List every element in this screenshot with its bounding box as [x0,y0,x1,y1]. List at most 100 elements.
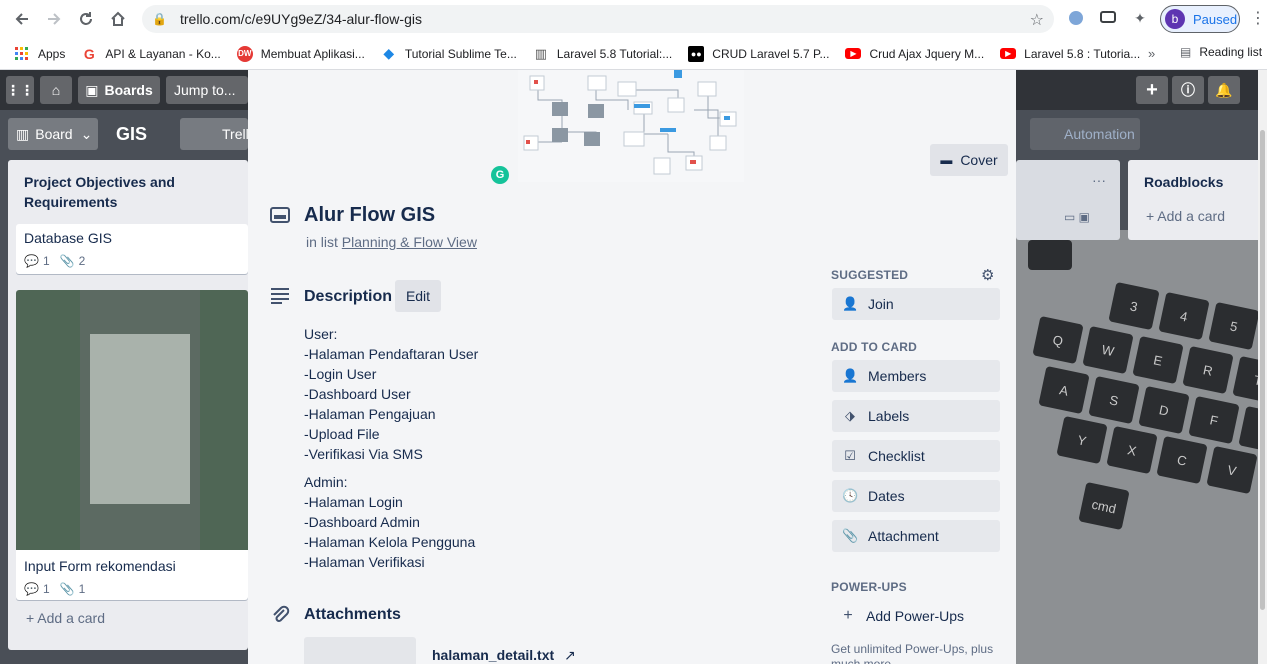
forward-icon[interactable] [38,3,70,35]
paperclip-icon: 📎 [59,254,75,268]
card-list-reference: in list Planning & Flow View [306,234,477,250]
extension-chat-icon[interactable] [1098,8,1118,28]
clock-icon: 🕓 [842,488,859,503]
create-plus-icon[interactable]: + [1136,76,1168,104]
checklist-button[interactable]: ☑ Checklist [832,440,1000,472]
paperclip-icon: 📎 [842,528,859,543]
attachment-thumbnail[interactable] [304,637,416,664]
labels-button[interactable]: ⬗ Labels [832,400,1000,432]
list-title[interactable]: Roadblocks [1144,174,1223,190]
board-name[interactable]: GIS [116,118,147,150]
bookmark-tutorial-sublime[interactable]: ◆ Tutorial Sublime Te... [381,45,517,62]
bookmark-label: Apps [38,46,66,61]
list-menu-icon[interactable]: ··· [1092,172,1106,188]
extension-shield-icon[interactable] [1066,8,1086,28]
scrollbar-thumb[interactable] [1260,130,1265,610]
back-icon[interactable] [6,3,38,35]
attachment-link[interactable]: halaman_detail.txt ↗ [432,647,576,664]
join-button[interactable]: 👤 Join [832,288,1000,320]
bookmark-laravel-tutorial[interactable]: ▥ Laravel 5.8 Tutorial:... [533,46,673,62]
bookmark-crud-ajax[interactable]: ▶ Crud Ajax Jquery M... [845,47,984,61]
keyboard-key: X [1106,425,1158,475]
url-text[interactable]: trello.com/c/e9UYg9eZ/34-alur-flow-gis [180,11,422,27]
plus-icon: + [843,607,853,624]
profile-status: Paused [1193,11,1238,27]
lock-icon: 🔒 [152,12,167,26]
cover-button[interactable]: ▬ Cover [930,144,1008,176]
bookmark-membuat-aplikasi[interactable]: DW Membuat Aplikasi... [236,45,365,62]
profile-button[interactable]: b Paused [1160,5,1240,33]
profile-avatar: b [1165,9,1185,29]
description-heading: Description [304,288,393,305]
keyboard-key: V [1206,445,1258,495]
card-badges: 💬 1 📎 1 [24,582,85,596]
add-card-button[interactable]: + Add a card [1146,208,1225,224]
reload-icon[interactable] [70,3,102,35]
reading-list-button[interactable]: ▤ Reading list [1180,45,1262,59]
browser-menu-icon[interactable]: ⋮ [1250,8,1266,28]
card-template-icon[interactable]: ▭ ▣ [1064,210,1090,224]
grammarly-icon[interactable]: G [491,166,509,184]
paperclip-icon: 📎 [59,582,75,596]
bookmarks-overflow-icon[interactable]: » [1148,46,1155,61]
bookmark-label: CRUD Laravel 5.7 P... [712,46,830,61]
home-icon[interactable] [102,3,134,35]
suggested-heading: SUGGESTED [831,268,909,282]
add-card-button[interactable]: + Add a card [26,610,105,626]
paperclip-icon [270,604,290,629]
bookmark-api-layanan[interactable]: G API & Layanan - Ko... [81,46,221,62]
board-view-switch[interactable]: ▥ Board ⌄ [8,118,98,150]
card-database-gis[interactable]: Database GIS 💬 1 📎 2 [16,224,248,274]
bookmark-star-icon[interactable]: ☆ [1030,10,1044,30]
notifications-bell-icon[interactable]: 🔔 [1208,76,1240,104]
info-icon[interactable]: ⓘ [1172,76,1204,104]
add-power-ups-label: Add Power-Ups [866,608,965,624]
automation-button[interactable]: Automation [1030,118,1140,150]
card-title[interactable]: Alur Flow GIS [304,204,435,227]
description-line: -Halaman Pengajuan [304,406,436,422]
workspace-button[interactable]: Trell [180,118,248,150]
bookmark-label: Tutorial Sublime Te... [404,46,517,61]
boards-button[interactable]: ▣ Boards [78,76,160,104]
comment-count: 1 [42,582,50,596]
description-line: User: [304,326,338,342]
bookmark-label: Membuat Aplikasi... [260,46,365,61]
description-body[interactable]: User: -Halaman Pendaftaran User -Login U… [304,324,478,580]
boards-icon: ▣ [85,81,99,98]
comment-icon: 💬 [24,582,39,596]
address-bar[interactable]: 🔒 trello.com/c/e9UYg9eZ/34-alur-flow-gis… [142,5,1054,33]
card-input-form-rekomendasi[interactable]: Input Form rekomendasi 💬 1 📎 1 [16,290,248,600]
description-line: -Halaman Login [304,494,403,510]
bookmark-crud-laravel[interactable]: ●● CRUD Laravel 5.7 P... [688,45,830,62]
attachment-button[interactable]: 📎 Attachment [832,520,1000,552]
list-title[interactable]: Project Objectives and Requirements [24,172,184,212]
medium-icon: ●● [688,45,705,62]
keyboard-key: R [1182,345,1234,395]
plus-icon: + [26,610,38,626]
chevron-down-icon: ⌄ [80,125,93,142]
gear-icon[interactable]: ⚙ [981,266,994,284]
join-label: Join [868,296,894,312]
add-card-label: Add a card [37,610,106,626]
apps-switcher-icon[interactable]: ⋮⋮ [6,76,34,104]
add-power-ups-button[interactable]: + Add Power-Ups [832,600,1000,632]
attachment-count: 1 [78,582,86,596]
bookmark-laravel-tutoria[interactable]: ▶ Laravel 5.8 : Tutoria... [1000,47,1140,61]
description-line: -Halaman Verifikasi [304,554,425,570]
description-line: -Verifikasi Via SMS [304,446,423,462]
power-ups-heading: POWER-UPS [831,580,907,594]
dates-button[interactable]: 🕓 Dates [832,480,1000,512]
description-line: -Upload File [304,426,380,442]
extensions-puzzle-icon[interactable]: ✦ [1130,8,1150,28]
jump-to-search[interactable]: Jump to... [166,76,248,104]
list-link[interactable]: Planning & Flow View [342,234,477,250]
home-board-icon[interactable]: ⌂ [40,76,72,104]
add-to-card-heading: ADD TO CARD [831,340,917,354]
members-button[interactable]: 👤 Members [832,360,1000,392]
edit-description-button[interactable]: Edit [395,280,441,312]
add-card-label: Add a card [1157,208,1226,224]
description-line: -Dashboard User [304,386,411,402]
board-view-icon: ▥ [16,125,30,142]
bookmark-apps[interactable]: Apps [14,46,65,62]
description-line: -Login User [304,366,377,382]
